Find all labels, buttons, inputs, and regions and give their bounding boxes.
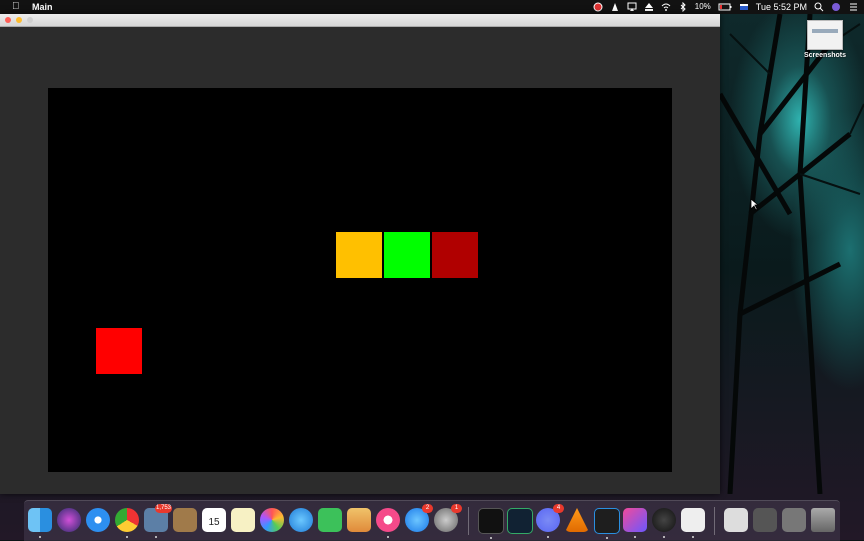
status-items: 10% Tue 5:52 PM <box>593 0 858 14</box>
notification-center-icon[interactable] <box>848 2 858 12</box>
wifi-status-icon[interactable] <box>661 2 671 12</box>
finder-icon[interactable] <box>28 508 52 538</box>
downloads-stack-icon[interactable] <box>753 508 777 532</box>
messages-icon[interactable] <box>289 508 313 532</box>
folder-icon <box>807 20 843 50</box>
airplay-status-icon[interactable] <box>627 2 637 12</box>
contacts-icon[interactable] <box>173 508 197 532</box>
snake-tail-block <box>432 232 478 278</box>
app-store-icon[interactable]: 2 <box>405 504 433 532</box>
mouse-cursor-icon <box>751 199 759 211</box>
snake-body-block <box>384 232 430 278</box>
vlc-icon[interactable] <box>565 508 589 532</box>
menu-app-name[interactable]: Main <box>32 0 53 14</box>
game-window <box>0 14 720 494</box>
window-zoom-button[interactable] <box>27 17 33 23</box>
dock: 1,753 15 2 1 4 <box>24 500 840 541</box>
vscode-icon[interactable] <box>594 508 620 539</box>
siri-dock-icon[interactable] <box>57 508 81 532</box>
photos-icon[interactable] <box>260 508 284 532</box>
snake-head-block <box>336 232 382 278</box>
pages-icon[interactable] <box>347 508 371 532</box>
photos-library-icon[interactable]: 1,753 <box>144 504 172 538</box>
battery-percent[interactable]: 10% <box>695 0 711 14</box>
menu-bar:  Main 10% Tue 5:52 PM <box>0 0 864 14</box>
desktop-folder-label: Screenshots <box>803 52 847 59</box>
dock-separator <box>468 507 469 535</box>
vlc-status-icon[interactable] <box>610 2 620 12</box>
itunes-icon[interactable] <box>376 508 400 538</box>
menu-clock[interactable]: Tue 5:52 PM <box>756 0 807 14</box>
window-titlebar[interactable] <box>0 14 720 27</box>
window-minimize-button[interactable] <box>16 17 22 23</box>
food-block <box>96 328 142 374</box>
system-preferences-icon[interactable]: 1 <box>434 504 462 532</box>
apple-menu-icon[interactable]:  <box>12 0 20 14</box>
terminal-icon[interactable] <box>478 508 504 539</box>
trash-icon[interactable] <box>811 508 835 532</box>
siri-icon[interactable] <box>831 2 841 12</box>
obs-icon[interactable] <box>652 508 676 538</box>
bluetooth-status-icon[interactable] <box>678 2 688 12</box>
screenshots-stack-icon[interactable] <box>782 508 806 532</box>
desktop-folder-screenshots[interactable]: Screenshots <box>800 20 850 59</box>
dock-separator-2 <box>714 507 715 535</box>
activity-monitor-icon[interactable] <box>507 508 533 534</box>
intellij-icon[interactable] <box>623 508 647 538</box>
window-close-button[interactable] <box>5 17 11 23</box>
safari-icon[interactable] <box>86 508 110 532</box>
window-body <box>0 27 720 494</box>
printer-icon[interactable] <box>724 508 748 532</box>
calendar-day: 15 <box>208 517 220 528</box>
system-prefs-badge: 1 <box>451 504 462 513</box>
eject-status-icon[interactable] <box>644 2 654 12</box>
facetime-icon[interactable] <box>318 508 342 532</box>
spotlight-search-icon[interactable] <box>814 2 824 12</box>
discord-badge: 4 <box>553 504 564 513</box>
game-canvas[interactable] <box>48 88 672 472</box>
app-store-badge: 2 <box>422 504 433 513</box>
battery-icon[interactable] <box>718 2 732 12</box>
photos-badge: 1,753 <box>154 504 172 513</box>
java-icon[interactable] <box>681 508 705 538</box>
chrome-icon[interactable] <box>115 508 139 538</box>
record-status-icon[interactable] <box>593 2 603 12</box>
wallpaper-trees <box>720 14 864 494</box>
discord-icon[interactable]: 4 <box>536 504 564 538</box>
flag-status-icon[interactable] <box>739 2 749 12</box>
notes-icon[interactable] <box>231 508 255 532</box>
calendar-icon[interactable]: 15 <box>202 508 226 532</box>
